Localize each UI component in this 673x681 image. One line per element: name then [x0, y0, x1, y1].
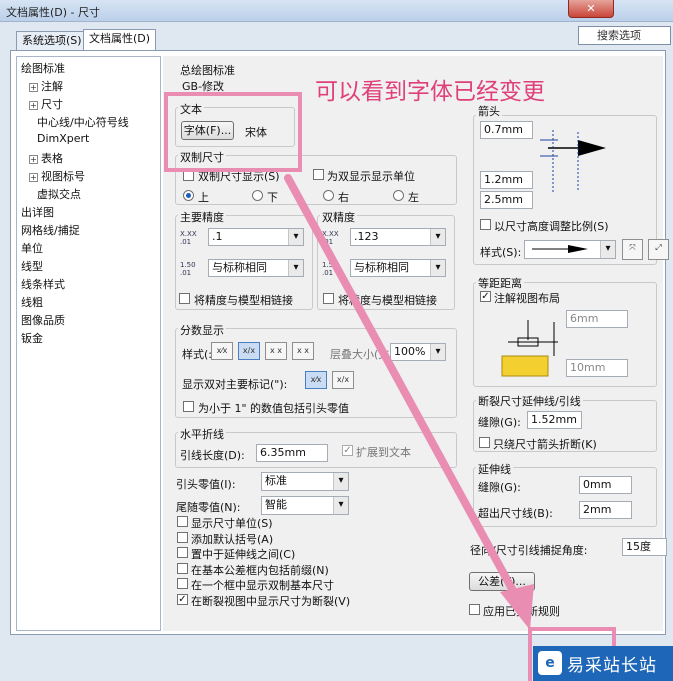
- watermark-logo-icon: e: [538, 651, 562, 675]
- watermark-text: 易采站长站: [567, 656, 657, 676]
- annotation-text: 可以看到字体已经变更: [315, 79, 545, 105]
- watermark: e 易采站长站: [533, 646, 673, 681]
